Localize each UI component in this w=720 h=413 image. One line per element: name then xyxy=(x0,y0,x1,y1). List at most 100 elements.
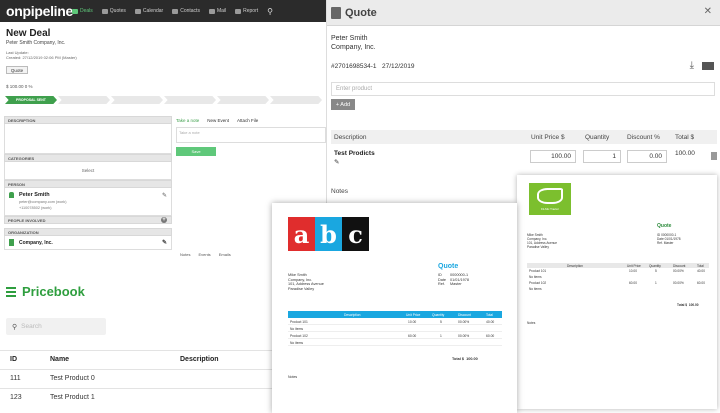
table-header: ID Name Description xyxy=(0,350,290,369)
attach-file-action[interactable]: Attach File xyxy=(237,118,258,123)
person-name[interactable]: Peter Smith xyxy=(19,192,50,198)
tractor-icon xyxy=(537,188,563,204)
section-organization: ORGANIZATION xyxy=(4,228,172,236)
tab-notes[interactable]: Notes xyxy=(180,252,190,257)
table-row[interactable]: 111 Test Product 0 xyxy=(0,369,290,388)
nav-contacts[interactable]: Contacts xyxy=(172,8,200,14)
organization-card: Company, Inc. ✎ xyxy=(4,236,172,250)
tab-events[interactable]: Events xyxy=(198,252,210,257)
categories-select[interactable]: Select xyxy=(4,162,172,180)
stage-proposal-sent[interactable]: PROPOSAL SENT xyxy=(5,96,57,104)
pricebook-search-input[interactable]: ⚲ Search xyxy=(6,318,106,335)
person-phone[interactable]: +110078502 (work) xyxy=(19,206,52,210)
note-input[interactable]: Take a note xyxy=(176,127,326,143)
abc-logo: a b c xyxy=(288,217,369,251)
notes-label: Notes xyxy=(331,188,348,195)
section-people-involved: PEOPLE INVOLVED + xyxy=(4,216,172,224)
pricebook-header: Pricebook xyxy=(6,284,85,299)
add-person-icon[interactable]: + xyxy=(161,217,167,223)
doc-address: Mike Smith Company, Inc. 101, Address Av… xyxy=(527,233,558,249)
line-total: 100.00 xyxy=(675,150,695,157)
deals-icon xyxy=(72,8,78,14)
quote-button[interactable]: Quote xyxy=(6,66,28,74)
doc-ref: ID 0000000-1 Date 01/01/1978 Ref. Master xyxy=(657,233,681,245)
calendar-icon xyxy=(134,8,141,14)
line-product-name[interactable]: Test Prodicts xyxy=(334,150,375,157)
table-row: Product 102 60.00 1 00.00% 60.00 xyxy=(288,332,502,339)
stage-3[interactable] xyxy=(111,96,163,104)
close-icon[interactable]: ✕ xyxy=(704,6,712,17)
doc-total: Total $ 100.00 xyxy=(452,357,478,361)
stage-2[interactable] xyxy=(58,96,110,104)
mail-icon xyxy=(208,8,215,14)
quotes-icon xyxy=(101,8,108,14)
activity-panel: Take a note New Event Attach File Take a… xyxy=(176,118,326,156)
deal-meta: Last Update: Created: 27/12/2019 02:06 P… xyxy=(6,50,77,60)
nav-report[interactable]: Report xyxy=(235,8,258,14)
doc-total: Total $ 100.00 xyxy=(677,303,699,307)
nav-quotes[interactable]: Quotes xyxy=(101,8,126,14)
section-categories: CATEGORIES xyxy=(4,154,172,162)
new-event-action[interactable]: New Event xyxy=(207,118,229,123)
quote-preview-abc: a b c Quote Mike Smith Company, Inc. 101… xyxy=(272,203,517,413)
nav-deals[interactable]: Deals xyxy=(72,8,93,14)
activity-tabs: Notes Events Emails xyxy=(180,252,239,257)
quote-recipient: Peter Smith Company, Inc. xyxy=(331,35,376,51)
organization-name[interactable]: Company, Inc. xyxy=(19,240,53,246)
discount-input[interactable]: 0.00 xyxy=(627,150,667,163)
description-textarea[interactable] xyxy=(4,124,172,154)
doc-line-table: Description Unit Price Quantity Discount… xyxy=(288,311,502,346)
doc-ref: ID 0000000-1 Date 01/01/1978 Ref. Master xyxy=(438,273,470,286)
section-description: DESCRIPTION xyxy=(4,116,172,124)
app-logo[interactable]: onpipeline xyxy=(0,3,73,19)
edit-organization-icon[interactable]: ✎ xyxy=(162,239,167,246)
pricebook-title: Pricebook xyxy=(22,284,85,299)
table-row[interactable]: 123 Test Product 1 xyxy=(0,388,290,407)
pricebook-page: Pricebook ⚲ Search ID Name Description 1… xyxy=(0,280,290,413)
nav-mail[interactable]: Mail xyxy=(208,8,226,14)
person-email[interactable]: peter@company.com (work) xyxy=(19,200,66,204)
unit-price-input[interactable]: 100.00 xyxy=(530,150,576,163)
deal-title: New Deal xyxy=(6,28,51,39)
product-input[interactable]: Enter product xyxy=(331,82,715,96)
deal-values: $ 100.00 0 % xyxy=(6,84,33,89)
take-note-action[interactable]: Take a note xyxy=(176,118,199,123)
deal-details-panel: DESCRIPTION CATEGORIES Select PERSON Pet… xyxy=(4,116,172,250)
doc-table-header: Description Unit Price Quantity Discount… xyxy=(288,311,502,318)
deal-owner[interactable]: Peter Smith Company, Inc. xyxy=(6,40,65,46)
doc-notes: Notes xyxy=(288,375,298,379)
email-icon[interactable] xyxy=(702,62,714,70)
edit-line-icon[interactable]: ✎ xyxy=(334,158,339,166)
quote-number: #2701698534-1 27/12/2019 xyxy=(331,63,415,70)
person-icon xyxy=(9,192,14,198)
quote-line-item: Test Prodicts ✎ 100.00 1 0.00 100.00 xyxy=(331,146,717,170)
menu-icon[interactable] xyxy=(6,285,16,299)
edit-person-icon[interactable]: ✎ xyxy=(162,192,167,199)
quote-icon xyxy=(331,6,341,19)
activity-actions: Take a note New Event Attach File xyxy=(176,118,326,123)
pricebook-table: ID Name Description 111 Test Product 0 1… xyxy=(0,350,290,407)
add-product-button[interactable]: + Add xyxy=(331,99,355,110)
table-row: Product 101 10.00 5 00.00% 40.00 xyxy=(288,318,502,325)
stage-5[interactable] xyxy=(217,96,269,104)
save-note-button[interactable]: Save xyxy=(176,147,216,156)
table-row: No items xyxy=(529,287,542,291)
nav-calendar[interactable]: Calendar xyxy=(134,8,163,14)
person-card: Peter Smith peter@company.com (work) +11… xyxy=(4,188,172,216)
stage-6[interactable] xyxy=(270,96,322,104)
report-icon xyxy=(235,8,242,14)
contacts-icon xyxy=(172,8,179,14)
quote-preview-green: Fit-Mix Tractor Quote Mike Smith Company… xyxy=(517,175,717,409)
search-icon[interactable]: ⚲ xyxy=(267,7,273,16)
quantity-input[interactable]: 1 xyxy=(583,150,621,163)
pipeline-stages: PROPOSAL SENT xyxy=(5,96,323,104)
search-icon: ⚲ xyxy=(12,323,18,331)
download-icon[interactable]: ⤓ xyxy=(690,60,694,71)
modal-title: Quote xyxy=(345,6,377,19)
quote-table-header: Description Unit Price $ Quantity Discou… xyxy=(331,130,717,144)
trash-icon[interactable] xyxy=(711,152,717,160)
stage-4[interactable] xyxy=(164,96,216,104)
building-icon xyxy=(9,239,14,246)
tab-emails[interactable]: Emails xyxy=(219,252,231,257)
doc-line-table: Description Unit Price Quantity Discount… xyxy=(527,263,709,292)
